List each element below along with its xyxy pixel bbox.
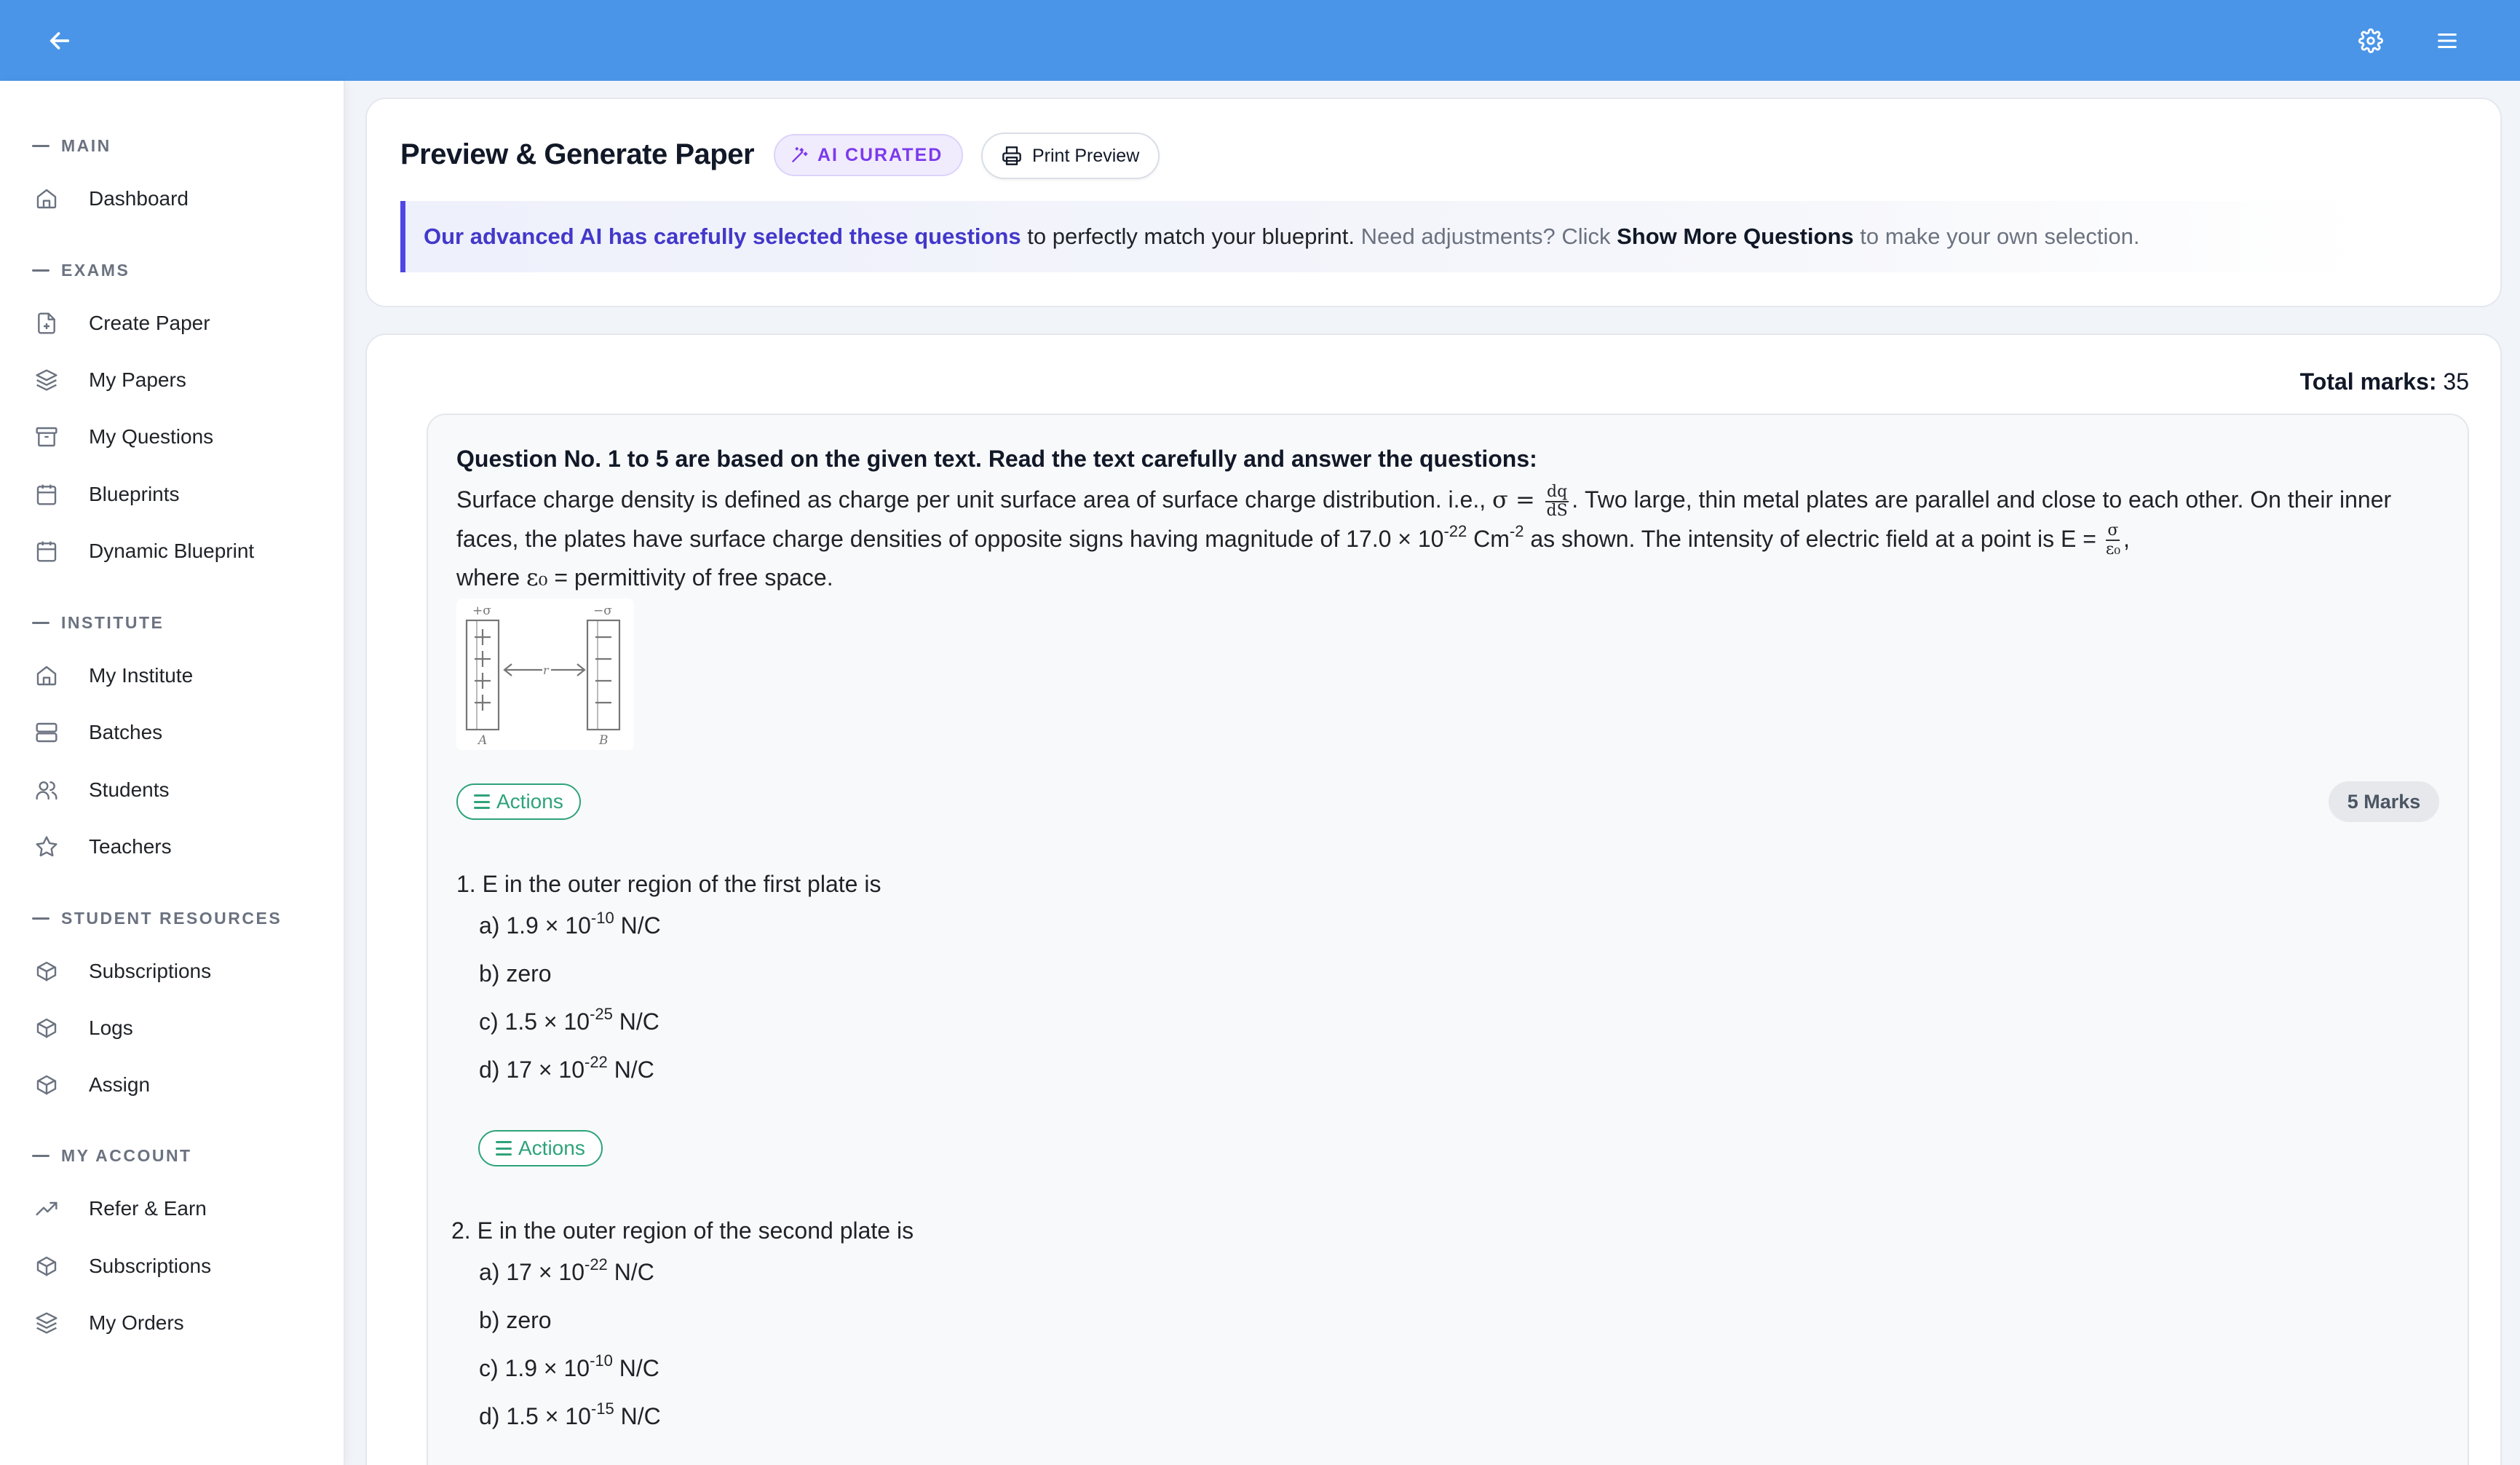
sidebar: MAIN Dashboard EXAMS Create Paper My Pap… bbox=[0, 81, 345, 1465]
sidebar-item-refer-earn[interactable]: Refer & Earn bbox=[32, 1186, 323, 1231]
sidebar-item-my-institute[interactable]: My Institute bbox=[32, 653, 323, 698]
section-main-header: MAIN bbox=[32, 136, 111, 156]
fraction-sigma-epsilon: σ ε₀ bbox=[2105, 521, 2121, 559]
magic-wand-icon bbox=[790, 146, 809, 165]
option-1a[interactable]: a) 1.9 × 10-10 N/C bbox=[479, 910, 661, 939]
sidebar-item-blueprints[interactable]: Blueprints bbox=[32, 472, 323, 517]
calendar-icon bbox=[32, 537, 61, 566]
question-1-actions-button[interactable]: Actions bbox=[478, 1130, 603, 1166]
question-1-text: 1. E in the outer region of the first pl… bbox=[456, 871, 881, 897]
server-icon bbox=[32, 718, 61, 747]
file-plus-icon bbox=[32, 309, 61, 338]
home-icon bbox=[32, 184, 61, 213]
print-preview-button[interactable]: Print Preview bbox=[981, 133, 1160, 179]
passage-text: Surface charge density is defined as cha… bbox=[456, 482, 2392, 592]
sidebar-item-my-papers[interactable]: My Papers bbox=[32, 358, 323, 403]
svg-text:A: A bbox=[477, 733, 487, 748]
question-2-text: 2. E in the outer region of the second p… bbox=[451, 1217, 914, 1244]
total-marks: Total marks: 35 bbox=[2299, 368, 2469, 395]
option-1c[interactable]: c) 1.5 × 10-25 N/C bbox=[479, 1006, 659, 1035]
sidebar-item-dashboard[interactable]: Dashboard bbox=[32, 176, 323, 221]
section-exams-header: EXAMS bbox=[32, 261, 130, 280]
option-1d[interactable]: d) 17 × 10-22 N/C bbox=[479, 1054, 654, 1083]
sidebar-item-batches[interactable]: Batches bbox=[32, 710, 323, 755]
users-icon bbox=[32, 775, 61, 805]
svg-text:r: r bbox=[543, 663, 550, 677]
menu-lines-icon bbox=[474, 794, 490, 809]
option-2a[interactable]: a) 17 × 10-22 N/C bbox=[479, 1257, 654, 1286]
parallel-plates-diagram: +σ −σ r A B bbox=[456, 599, 634, 750]
gear-icon[interactable] bbox=[2350, 20, 2391, 61]
option-1b[interactable]: b) zero bbox=[479, 960, 552, 987]
star-icon bbox=[32, 832, 61, 861]
sidebar-item-students[interactable]: Students bbox=[32, 767, 323, 813]
option-2b[interactable]: b) zero bbox=[479, 1307, 552, 1334]
package-icon bbox=[32, 957, 61, 986]
arrow-left-icon[interactable] bbox=[39, 20, 80, 61]
hamburger-icon[interactable] bbox=[2427, 20, 2468, 61]
trending-up-icon bbox=[32, 1194, 61, 1223]
option-2c[interactable]: c) 1.9 × 10-10 N/C bbox=[479, 1353, 659, 1382]
home-icon bbox=[32, 661, 61, 690]
sidebar-item-logs[interactable]: Logs bbox=[32, 1006, 323, 1051]
fraction-dq-ds: dq dS bbox=[1545, 482, 1569, 520]
sidebar-item-account-subscriptions[interactable]: Subscriptions bbox=[32, 1244, 323, 1289]
show-more-questions-link[interactable]: Show More Questions bbox=[1617, 224, 1854, 250]
sidebar-item-teachers[interactable]: Teachers bbox=[32, 824, 323, 869]
layers-icon bbox=[32, 1308, 61, 1338]
passage-title: Question No. 1 to 5 are based on the giv… bbox=[456, 446, 1537, 472]
ai-curated-badge: AI CURATED bbox=[774, 134, 964, 176]
sidebar-item-my-orders[interactable]: My Orders bbox=[32, 1300, 323, 1346]
calendar-icon bbox=[32, 480, 61, 509]
option-2d[interactable]: d) 1.5 × 10-15 N/C bbox=[479, 1401, 661, 1430]
menu-lines-icon bbox=[496, 1141, 512, 1156]
svg-text:B: B bbox=[598, 733, 609, 748]
top-bar bbox=[0, 0, 2520, 81]
marks-badge: 5 Marks bbox=[2329, 781, 2439, 822]
sidebar-item-subscriptions[interactable]: Subscriptions bbox=[32, 949, 323, 994]
sidebar-item-create-paper[interactable]: Create Paper bbox=[32, 301, 323, 346]
archive-icon bbox=[32, 422, 61, 451]
ai-info-banner: Our advanced AI has carefully selected t… bbox=[400, 201, 2366, 272]
passage-actions-button[interactable]: Actions bbox=[456, 783, 581, 820]
page-title: Preview & Generate Paper bbox=[400, 138, 755, 170]
svg-text:−σ: −σ bbox=[593, 604, 612, 618]
sidebar-item-assign[interactable]: Assign bbox=[32, 1062, 323, 1107]
package-icon bbox=[32, 1014, 61, 1043]
svg-text:+σ: +σ bbox=[472, 604, 491, 618]
sidebar-item-my-questions[interactable]: My Questions bbox=[32, 414, 323, 459]
section-student-resources-header: STUDENT RESOURCES bbox=[32, 909, 282, 928]
layers-icon bbox=[32, 366, 61, 395]
section-my-account-header: MY ACCOUNT bbox=[32, 1146, 192, 1166]
sidebar-item-dynamic-blueprint[interactable]: Dynamic Blueprint bbox=[32, 529, 323, 574]
package-icon bbox=[32, 1070, 61, 1099]
printer-icon bbox=[1002, 146, 1022, 166]
section-institute-header: INSTITUTE bbox=[32, 613, 164, 633]
package-icon bbox=[32, 1252, 61, 1281]
